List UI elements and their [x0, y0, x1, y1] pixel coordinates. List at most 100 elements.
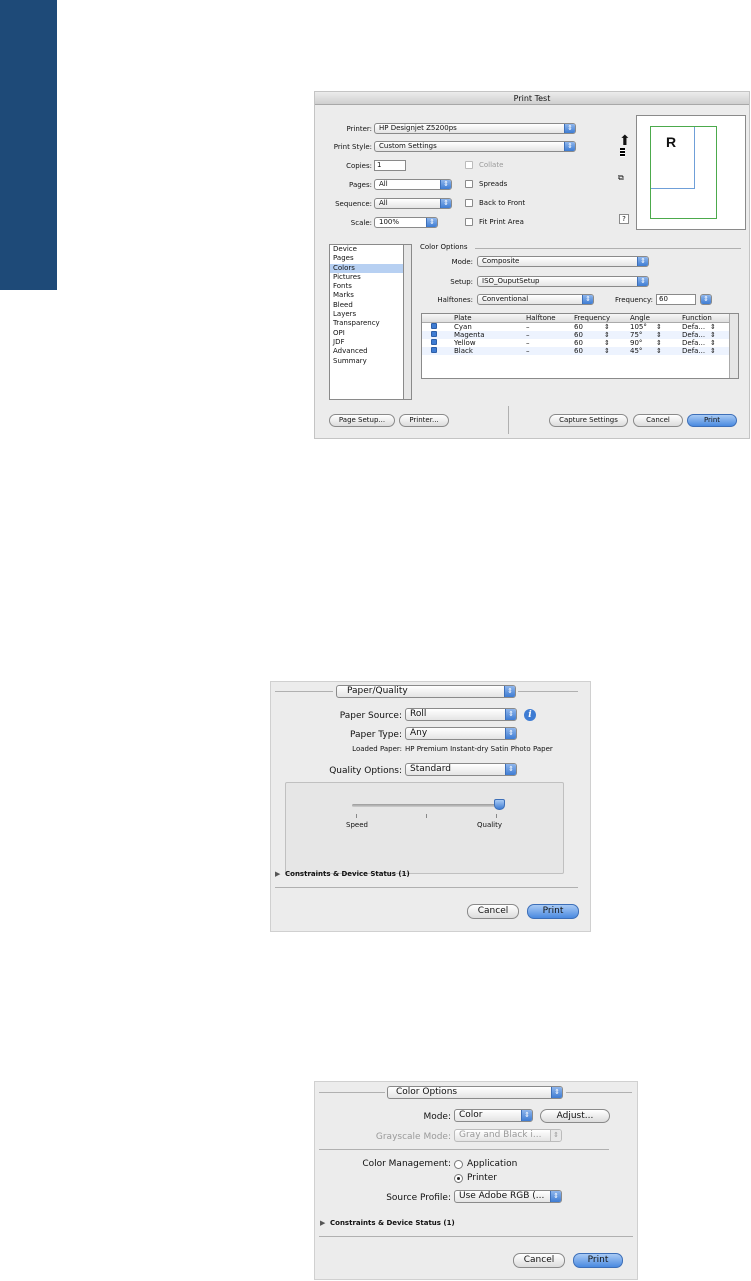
dialog-title: Print Test — [315, 92, 749, 105]
source-profile-select[interactable]: Use Adobe RGB (... ⇕ — [454, 1190, 562, 1203]
updown-icon[interactable]: ⇕ — [604, 323, 610, 331]
table-row[interactable]: Cyan – 60 ⇕ 105° ⇕ Defa... ⇕ — [422, 323, 738, 331]
disclosure-triangle-icon[interactable]: ▶ — [275, 870, 280, 878]
category-advanced[interactable]: Advanced — [330, 347, 403, 356]
help-button[interactable]: ? — [619, 214, 629, 224]
copies-field[interactable]: 1 — [374, 160, 406, 171]
category-transparency[interactable]: Transparency — [330, 319, 403, 328]
chevron-updown-icon: ⇕ — [637, 257, 648, 266]
printer-label: Printer: — [346, 125, 372, 133]
chevron-updown-icon: ⇕ — [521, 1110, 532, 1121]
plate-frequency: 60 — [574, 347, 583, 355]
plates-table-header: Plate Halftone Frequency Angle Function — [422, 314, 738, 323]
plate-halftone: – — [526, 339, 530, 347]
loaded-paper-label: Loaded Paper: — [352, 745, 402, 753]
quality-slider-thumb[interactable] — [494, 799, 505, 810]
updown-icon[interactable]: ⇕ — [710, 323, 716, 331]
plates-table-scrollbar[interactable] — [729, 314, 738, 378]
plate-frequency: 60 — [574, 339, 583, 347]
plate-checkbox[interactable] — [431, 347, 437, 353]
capture-settings-button[interactable]: Capture Settings — [549, 414, 628, 427]
category-marks[interactable]: Marks — [330, 291, 403, 300]
panel-select-value: Color Options — [396, 1087, 458, 1097]
pages-combo[interactable]: All ⇕ — [374, 179, 452, 190]
disclosure-triangle-icon[interactable]: ▶ — [320, 1219, 325, 1227]
printer-radio[interactable] — [454, 1174, 463, 1183]
updown-icon[interactable]: ⇕ — [656, 331, 662, 339]
category-colors[interactable]: Colors — [330, 263, 403, 273]
table-row[interactable]: Yellow – 60 ⇕ 90° ⇕ Defa... ⇕ — [422, 339, 738, 347]
updown-icon[interactable]: ⇕ — [656, 323, 662, 331]
print-button[interactable]: Print — [527, 904, 579, 919]
setup-select[interactable]: ISO_OuputSetup ⇕ — [477, 276, 649, 287]
plate-checkbox[interactable] — [431, 331, 437, 337]
fit-print-area-checkbox[interactable] — [465, 218, 473, 226]
collate-checkbox[interactable] — [465, 161, 473, 169]
updown-icon[interactable]: ⇕ — [656, 347, 662, 355]
back-to-front-checkbox[interactable] — [465, 199, 473, 207]
print-style-select[interactable]: Custom Settings ⇕ — [374, 141, 576, 152]
updown-icon[interactable]: ⇕ — [710, 331, 716, 339]
category-pages[interactable]: Pages — [330, 254, 403, 263]
color-management-label: Color Management: — [362, 1159, 451, 1169]
table-row[interactable]: Black – 60 ⇕ 45° ⇕ Defa... ⇕ — [422, 347, 738, 355]
updown-icon[interactable]: ⇕ — [604, 347, 610, 355]
plates-table[interactable]: Plate Halftone Frequency Angle Function … — [421, 313, 739, 379]
mode-select[interactable]: Composite ⇕ — [477, 256, 649, 267]
source-profile-value: Use Adobe RGB (... — [459, 1191, 545, 1201]
chevron-updown-icon: ⇕ — [504, 686, 515, 697]
updown-icon[interactable]: ⇕ — [710, 347, 716, 355]
panel-divider — [319, 1236, 633, 1237]
grayscale-mode-select[interactable]: Gray and Black i... ⇕ — [454, 1129, 562, 1142]
category-device[interactable]: Device — [330, 245, 403, 254]
constraints-label[interactable]: Constraints & Device Status (1) — [285, 870, 410, 878]
frequency-stepper[interactable]: ⇕ — [700, 294, 712, 305]
pages-label: Pages: — [349, 181, 372, 189]
cancel-button[interactable]: Cancel — [467, 904, 519, 919]
panel-select[interactable]: Color Options ⇕ — [387, 1086, 563, 1099]
category-summary[interactable]: Summary — [330, 357, 403, 366]
scale-combo[interactable]: 100% ⇕ — [374, 217, 438, 228]
updown-icon[interactable]: ⇕ — [604, 331, 610, 339]
paper-source-select[interactable]: Roll ⇕ — [405, 708, 517, 721]
col-halftone: Halftone — [526, 314, 556, 322]
updown-icon[interactable]: ⇕ — [656, 339, 662, 347]
info-icon[interactable]: i — [524, 709, 536, 721]
chevron-updown-icon: ⇕ — [550, 1191, 561, 1202]
preview-media-outline — [650, 126, 717, 219]
category-jdf[interactable]: JDF — [330, 338, 403, 347]
table-row[interactable]: Magenta – 60 ⇕ 75° ⇕ Defa... ⇕ — [422, 331, 738, 339]
cancel-button[interactable]: Cancel — [633, 414, 683, 427]
panel-select[interactable]: Paper/Quality ⇕ — [336, 685, 516, 698]
paper-type-select[interactable]: Any ⇕ — [405, 727, 517, 740]
plate-function: Defa... — [682, 331, 706, 339]
mode-select[interactable]: Color ⇕ — [454, 1109, 533, 1122]
page-setup-button[interactable]: Page Setup... — [329, 414, 395, 427]
sequence-select[interactable]: All ⇕ — [374, 198, 452, 209]
print-button[interactable]: Print — [573, 1253, 623, 1268]
halftones-select[interactable]: Conventional ⇕ — [477, 294, 594, 305]
category-opi[interactable]: OPI — [330, 329, 403, 338]
print-button[interactable]: Print — [687, 414, 737, 427]
quality-options-select[interactable]: Standard ⇕ — [405, 763, 517, 776]
printer-select[interactable]: HP Designjet Z5200ps ⇕ — [374, 123, 576, 134]
category-bleed[interactable]: Bleed — [330, 301, 403, 310]
category-fonts[interactable]: Fonts — [330, 282, 403, 291]
spreads-checkbox[interactable] — [465, 180, 473, 188]
updown-icon[interactable]: ⇕ — [710, 339, 716, 347]
category-layers[interactable]: Layers — [330, 310, 403, 319]
category-pictures[interactable]: Pictures — [330, 273, 403, 282]
quality-slider-track[interactable] — [352, 804, 500, 807]
adjust-button[interactable]: Adjust... — [540, 1109, 610, 1123]
printer-button[interactable]: Printer... — [399, 414, 449, 427]
plate-checkbox[interactable] — [431, 339, 437, 345]
plate-checkbox[interactable] — [431, 323, 437, 329]
constraints-label[interactable]: Constraints & Device Status (1) — [330, 1219, 455, 1227]
application-radio[interactable] — [454, 1160, 463, 1169]
category-list[interactable]: Device Pages Colors Pictures Fonts Marks… — [329, 244, 404, 400]
updown-icon[interactable]: ⇕ — [604, 339, 610, 347]
cancel-button[interactable]: Cancel — [513, 1253, 565, 1268]
category-list-scrollbar[interactable] — [404, 244, 412, 400]
pages-combo-value: All — [379, 180, 388, 188]
frequency-field[interactable]: 60 — [656, 294, 696, 305]
